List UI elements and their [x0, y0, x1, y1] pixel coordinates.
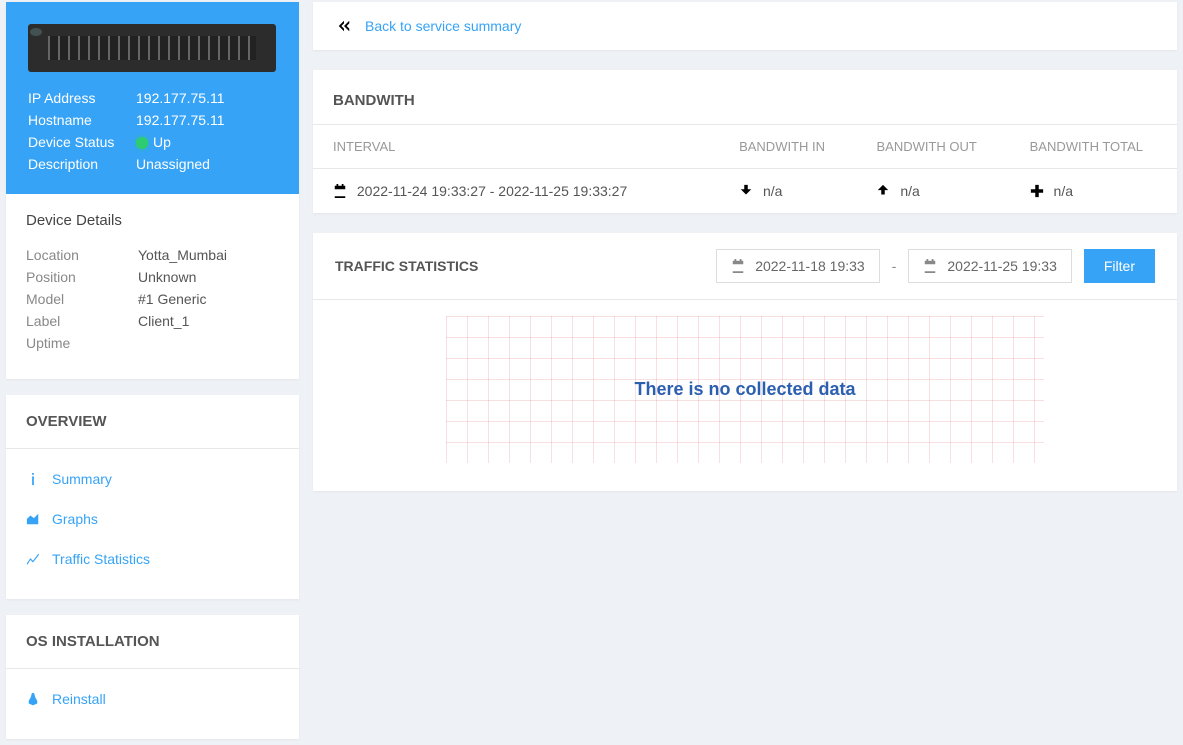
- model-label: Model: [26, 291, 138, 307]
- linux-icon: [26, 692, 40, 706]
- position-label: Position: [26, 269, 138, 285]
- server-image: [28, 24, 276, 72]
- traffic-chart: There is no collected data: [446, 316, 1044, 463]
- col-in: BANDWITH IN: [719, 125, 856, 169]
- status-label: Device Status: [28, 134, 136, 150]
- device-details-title: Device Details: [26, 212, 279, 229]
- calendar-icon: [923, 259, 937, 273]
- model-value: #1 Generic: [138, 291, 279, 307]
- date-to-input[interactable]: 2022-11-25 19:33: [908, 249, 1072, 283]
- info-icon: [26, 472, 40, 486]
- labelkey-value: Client_1: [138, 313, 279, 329]
- plus-icon: [1030, 184, 1044, 198]
- date-from-value: 2022-11-18 19:33: [755, 258, 865, 274]
- labelkey-label: Label: [26, 313, 138, 329]
- col-out: BANDWITH OUT: [856, 125, 1009, 169]
- filter-button[interactable]: Filter: [1084, 249, 1155, 283]
- date-from-input[interactable]: 2022-11-18 19:33: [716, 249, 880, 283]
- bandwidth-title: BANDWITH: [313, 70, 1177, 125]
- back-link-label: Back to service summary: [365, 18, 521, 34]
- back-link[interactable]: Back to service summary: [337, 18, 1153, 34]
- ip-label: IP Address: [28, 90, 136, 106]
- nav-reinstall[interactable]: Reinstall: [6, 679, 299, 719]
- status-value: Up: [136, 134, 277, 150]
- ip-value: 192.177.75.11: [136, 90, 277, 106]
- nav-summary-label: Summary: [52, 471, 112, 487]
- date-to-value: 2022-11-25 19:33: [947, 258, 1057, 274]
- os-install-title: OS INSTALLATION: [6, 615, 299, 669]
- table-row: 2022-11-24 19:33:27 - 2022-11-25 19:33:2…: [313, 169, 1177, 214]
- location-label: Location: [26, 247, 138, 263]
- date-sep: -: [892, 258, 897, 274]
- nav-graphs[interactable]: Graphs: [6, 499, 299, 539]
- line-chart-icon: [26, 552, 40, 566]
- host-label: Hostname: [28, 112, 136, 128]
- calendar-icon: [731, 259, 745, 273]
- status-dot-icon: [136, 137, 148, 149]
- traffic-title: TRAFFIC STATISTICS: [335, 258, 478, 274]
- nav-traffic[interactable]: Traffic Statistics: [6, 539, 299, 579]
- desc-value: Unassigned: [136, 156, 277, 172]
- uptime-value: [138, 335, 279, 351]
- location-value: Yotta_Mumbai: [138, 247, 279, 263]
- calendar-icon: [333, 184, 347, 198]
- no-data-message: There is no collected data: [634, 379, 855, 400]
- nav-summary[interactable]: Summary: [6, 459, 299, 499]
- arrow-up-icon: [876, 184, 890, 198]
- nav-reinstall-label: Reinstall: [52, 691, 106, 707]
- overview-title: OVERVIEW: [6, 395, 299, 449]
- area-chart-icon: [26, 512, 40, 526]
- device-details: Device Details Location Yotta_Mumbai Pos…: [6, 194, 299, 379]
- position-value: Unknown: [138, 269, 279, 285]
- device-header: IP Address 192.177.75.11 Hostname 192.17…: [6, 2, 299, 194]
- uptime-label: Uptime: [26, 335, 138, 351]
- double-chevron-left-icon: [337, 19, 351, 33]
- arrow-down-icon: [739, 184, 753, 198]
- nav-traffic-label: Traffic Statistics: [52, 551, 150, 567]
- col-total: BANDWITH TOTAL: [1010, 125, 1177, 169]
- nav-graphs-label: Graphs: [52, 511, 98, 527]
- col-interval: INTERVAL: [313, 125, 719, 169]
- host-value: 192.177.75.11: [136, 112, 277, 128]
- bandwidth-table: INTERVAL BANDWITH IN BANDWITH OUT BANDWI…: [313, 125, 1177, 213]
- desc-label: Description: [28, 156, 136, 172]
